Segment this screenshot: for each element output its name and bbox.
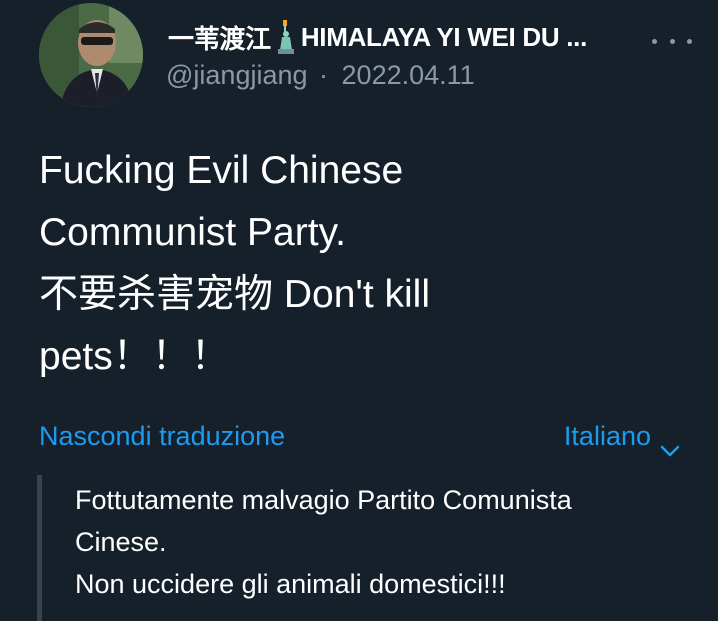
translation-block: Fottutamente malvagio Partito Comunista …: [37, 475, 677, 621]
tweet-line: pets！！！: [39, 335, 230, 378]
translation-line: Fottutamente malvagio Partito Comunista: [75, 485, 572, 515]
display-name-suffix[interactable]: HIMALAYA YI WEI DU ...: [301, 22, 588, 53]
tweet-line: 不要杀害宠物 Don't kill: [39, 273, 430, 316]
display-name[interactable]: 一苇渡江: [168, 19, 271, 56]
author-name-row[interactable]: 一苇渡江 HIMALAYA YI WEI DU ...: [168, 18, 628, 56]
tweet-body: Fucking Evil Chinese Communist Party. 不要…: [39, 140, 639, 388]
tweet-line: Fucking Evil Chinese: [39, 149, 404, 192]
tweet: 一苇渡江 HIMALAYA YI WEI DU ... @jiangjiang …: [0, 0, 718, 621]
translation-language-label: Italiano: [563, 421, 651, 451]
statue-of-liberty-icon: [274, 20, 298, 54]
author-handle[interactable]: @jiangjiang: [166, 60, 308, 90]
translation-language-select[interactable]: Italiano: [563, 416, 681, 457]
hide-translation-button[interactable]: Nascondi traduzione: [39, 416, 285, 456]
quote-bar: [37, 475, 42, 621]
more-dot: [652, 38, 657, 44]
meta-separator: ·: [319, 60, 329, 90]
chevron-down-icon: [659, 429, 681, 457]
tweet-date[interactable]: 2022.04.11: [342, 60, 475, 90]
more-dot: [669, 38, 675, 44]
more-horizontal-icon[interactable]: [652, 34, 692, 48]
translation-line: Non uccidere gli animali domestici!!!: [75, 569, 506, 599]
translation-line: Cinese.: [75, 527, 167, 557]
tweet-meta: @jiangjiang · 2022.04.11: [166, 60, 475, 91]
translation-text: Fottutamente malvagio Partito Comunista …: [75, 479, 572, 605]
tweet-line: Communist Party.: [39, 211, 347, 254]
avatar[interactable]: [39, 3, 143, 107]
more-dot: [687, 38, 692, 44]
translation-controls: Nascondi traduzione Italiano: [39, 416, 681, 457]
avatar-photo: [39, 3, 143, 107]
